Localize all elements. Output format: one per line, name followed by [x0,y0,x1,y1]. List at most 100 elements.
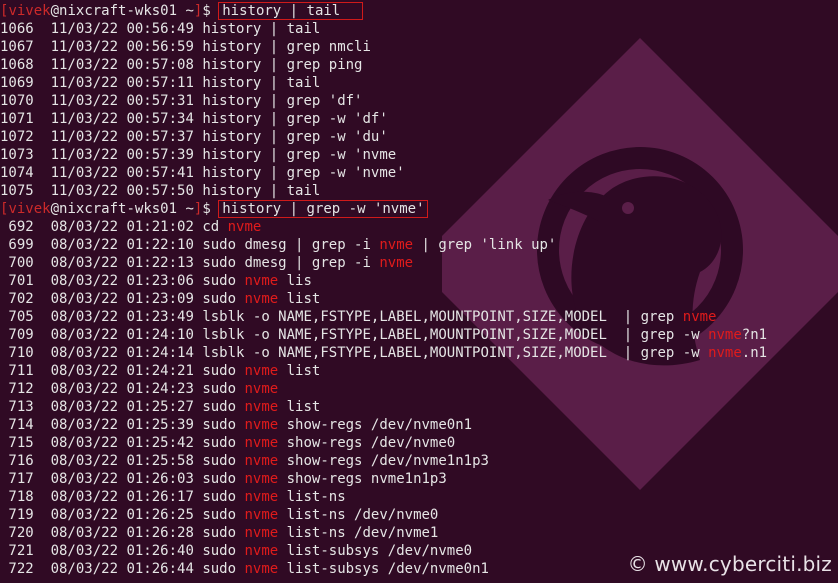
history-sep [34,129,51,145]
history-number: 711 [0,363,34,379]
history-sep [34,255,51,271]
history-sep [34,561,51,577]
prompt-command[interactable]: history | tail [218,2,364,20]
history-command: .n1 [741,345,768,361]
history-time: 01:26:03 [126,471,194,487]
prompt-host: nixcraft-wks01 [59,3,178,19]
history-date: 11/03/22 [50,129,119,145]
history-time: 01:24:10 [126,327,194,343]
history-sep [34,507,51,523]
history-command: sudo [202,399,245,415]
history-date: 08/03/22 [50,489,119,505]
history-command: show-regs /dev/nvme0n1 [278,417,473,433]
matched-keyword: nvme [244,561,279,577]
history-command: lsblk -o NAME,FSTYPE,LABEL,MOUNTPOINT,SI… [202,327,709,343]
history-sep [34,345,51,361]
matched-keyword: nvme [708,345,742,361]
prompt-command[interactable]: history | grep -w 'nvme' [218,200,428,218]
history-date: 08/03/22 [50,417,119,433]
history-command: sudo [202,561,245,577]
prompt-line[interactable]: [vivek@nixcraft-wks01 ~]$ history | grep… [0,200,838,218]
history-date: 08/03/22 [50,543,119,559]
history-date: 08/03/22 [50,525,119,541]
history-time: 01:24:21 [126,363,194,379]
history-time: 00:56:59 [126,39,194,55]
history-date: 11/03/22 [50,57,119,73]
terminal-window[interactable]: [vivek@nixcraft-wks01 ~]$ history | tail… [0,0,838,583]
matched-keyword: nvme [227,219,262,235]
history-time: 01:23:09 [126,291,194,307]
matched-keyword: nvme [244,471,279,487]
history-command: history | grep -w 'df' [202,111,388,127]
history-entry: 715 08/03/22 01:25:42 sudo nvme show-reg… [0,434,838,452]
history-entry: 711 08/03/22 01:24:21 sudo nvme list [0,362,838,380]
history-time: 01:25:42 [126,435,194,451]
history-time: 01:26:40 [126,543,194,559]
history-command: list-ns /dev/nvme1 [278,525,439,541]
history-number: 709 [0,327,34,343]
history-date: 08/03/22 [50,237,119,253]
matched-keyword: nvme [244,399,279,415]
history-sep [34,21,51,37]
matched-keyword: nvme [244,273,279,289]
history-command: list [278,399,321,415]
history-date: 11/03/22 [50,165,119,181]
history-date: 11/03/22 [50,183,119,199]
history-number: 712 [0,381,34,397]
history-command: history | grep -w 'nvme [202,147,397,163]
history-command: sudo dmesg | grep -i [202,237,380,253]
prompt-dir: ~ [185,201,194,217]
history-time: 01:22:13 [126,255,194,271]
history-number: 1070 [0,93,34,109]
history-time: 01:21:02 [126,219,194,235]
history-command: lis [278,273,312,289]
history-entry: 700 08/03/22 01:22:13 sudo dmesg | grep … [0,254,838,272]
history-time: 00:57:37 [126,129,194,145]
history-entry: 1073 11/03/22 00:57:39 history | grep -w… [0,146,838,164]
history-number: 1067 [0,39,34,55]
history-entry: 712 08/03/22 01:24:23 sudo nvme [0,380,838,398]
history-date: 08/03/22 [50,255,119,271]
history-time: 01:26:44 [126,561,194,577]
history-number: 714 [0,417,34,433]
history-number: 721 [0,543,34,559]
matched-keyword: nvme [244,435,279,451]
prompt-user: vivek [8,201,51,217]
matched-keyword: nvme [244,543,279,559]
history-number: 717 [0,471,34,487]
history-sep [34,543,51,559]
history-sep [34,453,51,469]
history-command: show-regs /dev/nvme1n1p3 [278,453,489,469]
history-command: sudo [202,507,245,523]
history-time: 00:57:08 [126,57,194,73]
history-entry: 718 08/03/22 01:26:17 sudo nvme list-ns [0,488,838,506]
history-command: show-regs nvme1n1p3 [278,471,447,487]
history-sep [34,291,51,307]
history-date: 08/03/22 [50,291,119,307]
prompt-symbol: $ [202,3,211,19]
history-time: 00:57:50 [126,183,194,199]
history-time: 00:57:34 [126,111,194,127]
history-command: list-subsys /dev/nvme0n1 [278,561,489,577]
prompt-line[interactable]: [vivek@nixcraft-wks01 ~]$ history | tail [0,2,838,20]
history-sep [34,57,51,73]
history-time: 01:25:58 [126,453,194,469]
history-entry: 720 08/03/22 01:26:28 sudo nvme list-ns … [0,524,838,542]
history-command: history | tail [202,183,321,199]
history-number: 1074 [0,165,34,181]
history-command: sudo [202,453,245,469]
history-number: 1066 [0,21,34,37]
history-entry: 714 08/03/22 01:25:39 sudo nvme show-reg… [0,416,838,434]
copyright-watermark: © www.cyberciti.biz [627,552,832,576]
history-command: list-ns [278,489,346,505]
history-number: 692 [0,219,34,235]
history-entry: 713 08/03/22 01:25:27 sudo nvme list [0,398,838,416]
history-date: 08/03/22 [50,507,119,523]
terminal-output: [vivek@nixcraft-wks01 ~]$ history | tail… [0,2,838,578]
history-time: 01:26:17 [126,489,194,505]
history-number: 700 [0,255,34,271]
history-date: 08/03/22 [50,399,119,415]
history-command: lsblk -o NAME,FSTYPE,LABEL,MOUNTPOINT,SI… [202,345,709,361]
history-number: 1072 [0,129,34,145]
